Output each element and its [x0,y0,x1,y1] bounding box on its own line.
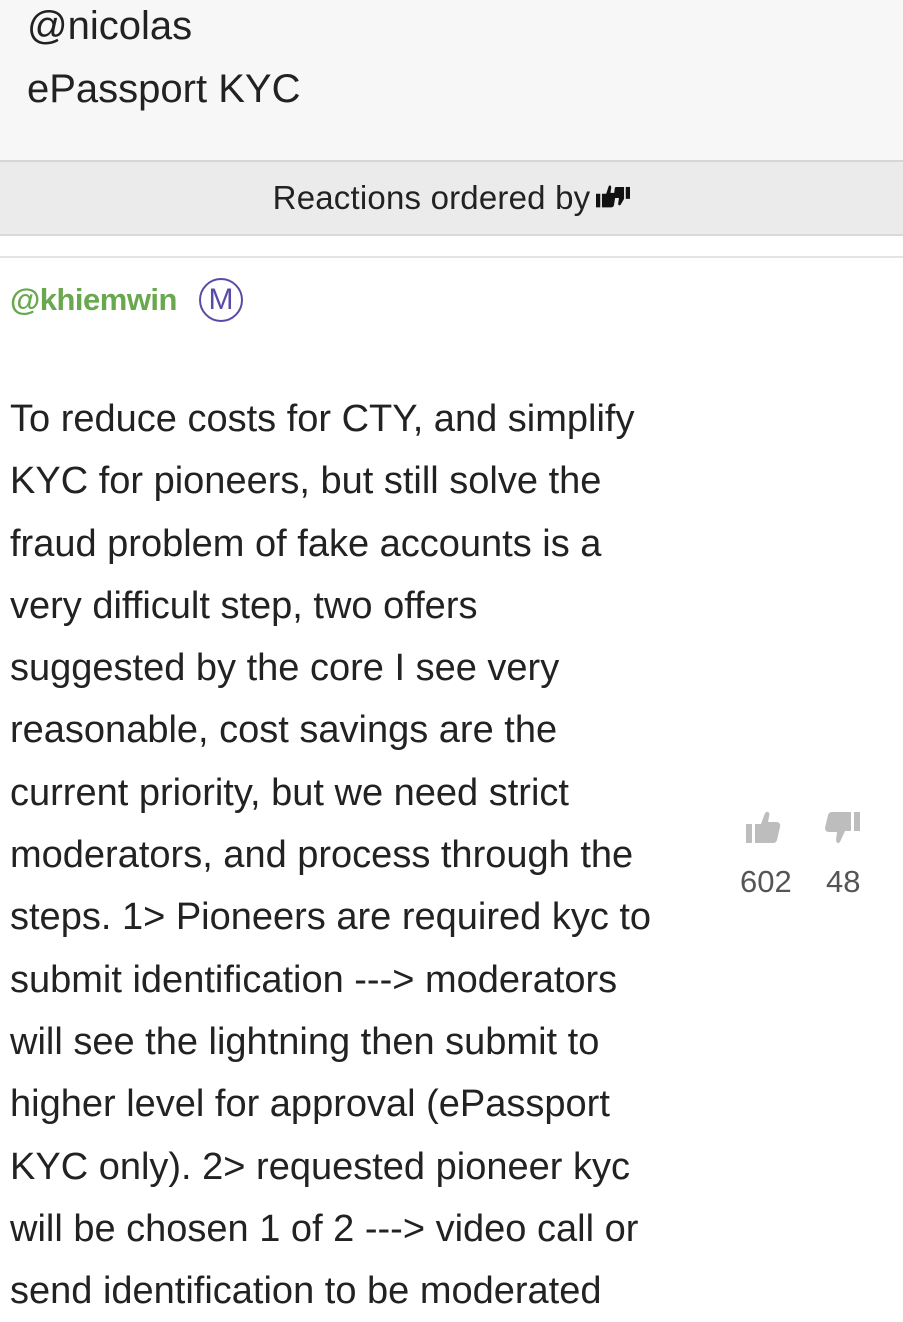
comment-line: reasonable, cost savings are the [10,709,558,752]
moderator-badge: M [198,278,243,322]
comment-line: will see the lightning then submit to [10,1020,600,1063]
comment-line: suggested by the core I see very [10,647,560,690]
comment-line: KYC for pioneers, but still solve the [10,460,602,503]
comment-line: steps. 1> Pioneers are required kyc to [10,896,652,939]
comment-author-row: @khiemwin M [10,276,243,324]
post-author-handle[interactable]: @nicolas [27,4,192,48]
comment-line: To reduce costs for CTY, and simplify [10,398,635,440]
downvote-count: 48 [826,864,861,899]
comment-line: submit identification ---> moderators [10,958,618,1001]
comment-line: higher level for approval (ePassport [10,1083,610,1126]
section-divider [0,256,903,258]
thumbs-up-down-icon[interactable] [596,183,631,213]
post-header: @nicolas ePassport KYC [0,0,903,162]
comment-line: very difficult step, two offers [10,584,478,627]
reactions-sort-label: Reactions ordered by [272,179,591,216]
comment-line: will be chosen 1 of 2 ---> video call or [10,1207,639,1250]
comment-line: current priority, but we need strict [10,771,569,814]
upvote-count: 602 [740,864,792,899]
comment-line: moderators, and process through the [10,834,634,877]
comment-line: send identification to be moderated [10,1270,602,1313]
reactions-sort-bar[interactable]: Reactions ordered by [0,162,903,236]
post-title[interactable]: ePassport KYC [27,66,300,112]
thumbs-down-icon[interactable] [822,810,862,846]
thumbs-up-icon[interactable] [744,810,784,846]
comment-body: To reduce costs for CTY, and simplify KY… [10,388,710,1322]
comment-line: fraud problem of fake accounts is a [10,522,602,565]
comment-author[interactable]: @khiemwin [10,282,177,318]
comment-line: KYC only). 2> requested pioneer kyc [10,1145,630,1188]
comment-votes: 602 48 [738,810,868,910]
